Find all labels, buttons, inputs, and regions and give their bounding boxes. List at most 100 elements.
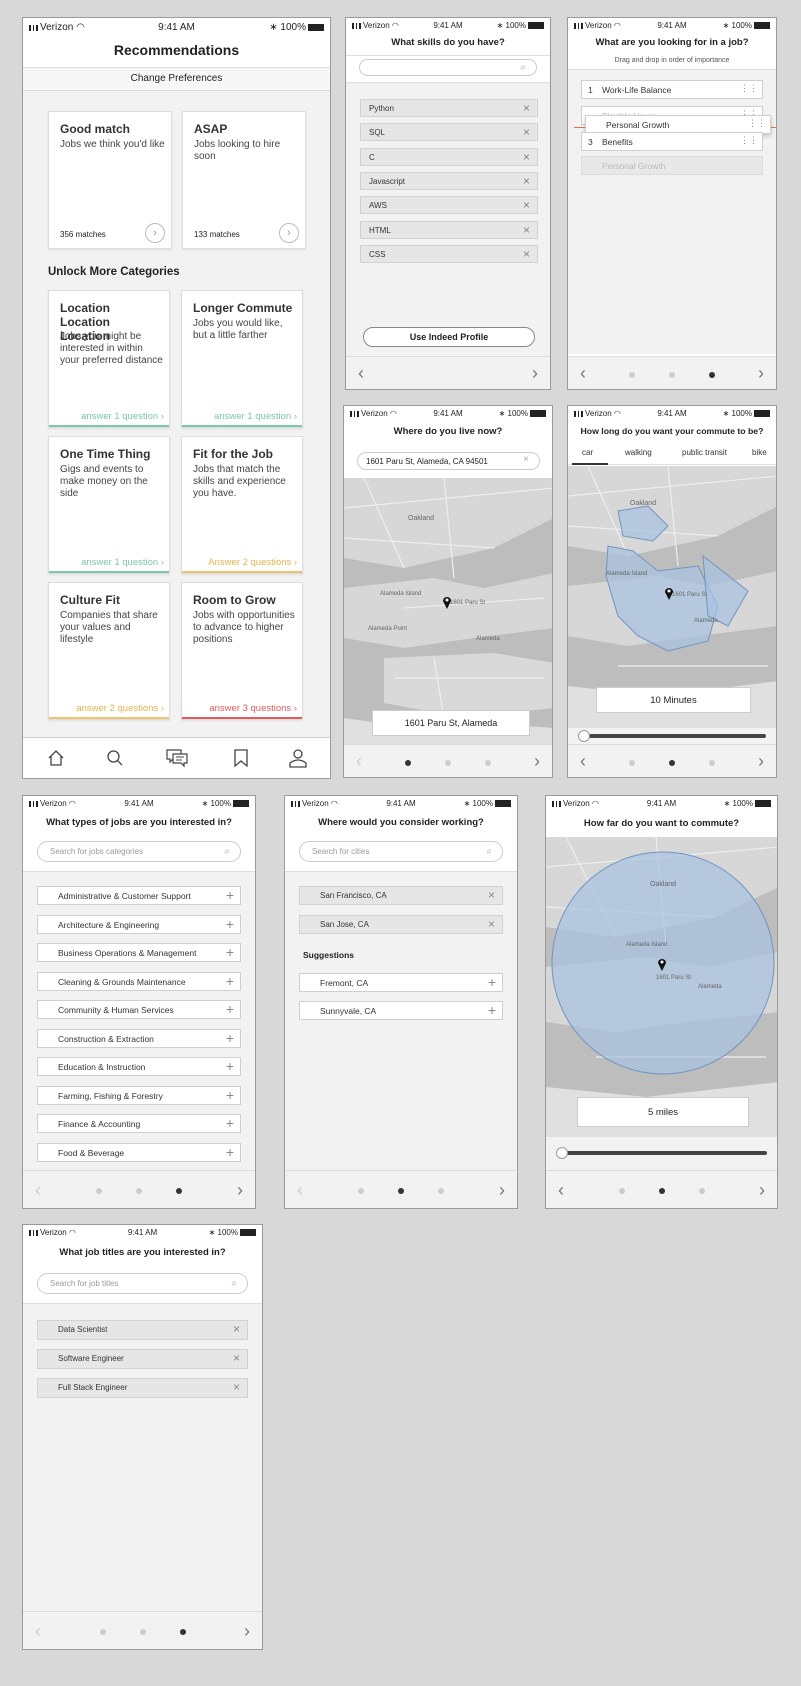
category-item[interactable]: Architecture & Engineering + (37, 915, 241, 934)
job-title-chip[interactable]: Full Stack Engineer × (37, 1378, 248, 1398)
answer-questions-link[interactable]: answer 2 questions › (76, 703, 164, 714)
page-dot[interactable] (629, 372, 635, 378)
add-icon[interactable]: + (226, 1030, 234, 1046)
page-dot-active[interactable] (709, 372, 715, 378)
close-icon[interactable]: × (488, 888, 495, 902)
distance-slider[interactable] (559, 1151, 767, 1155)
suggestion-item[interactable]: Fremont, CA + (299, 973, 503, 992)
job-category-search-input[interactable]: Search for jobs categories ⌕ (37, 841, 241, 862)
answer-questions-link[interactable]: answer 1 question › (81, 411, 164, 422)
category-item[interactable]: Farming, Fishing & Forestry + (37, 1086, 241, 1105)
category-item[interactable]: Business Operations & Management + (37, 943, 241, 962)
page-dot[interactable] (96, 1188, 102, 1194)
skill-chip[interactable]: HTML × (360, 221, 538, 239)
add-icon[interactable]: + (226, 1144, 234, 1160)
close-icon[interactable]: × (523, 125, 530, 139)
add-icon[interactable]: + (226, 1087, 234, 1103)
address-input[interactable]: 1601 Paru St, Alameda, CA 94501 × (357, 452, 540, 470)
answer-questions-link[interactable]: answer 1 question › (214, 411, 297, 422)
category-item[interactable]: Food & Beverage + (37, 1143, 241, 1162)
page-dot[interactable] (698, 1188, 705, 1194)
add-icon[interactable]: + (226, 887, 234, 903)
page-dot[interactable] (485, 760, 491, 766)
add-icon[interactable]: + (226, 973, 234, 989)
next-chevron-icon[interactable]: › (244, 1621, 250, 1642)
tab-walking[interactable]: walking (625, 448, 652, 457)
tab-bike[interactable]: bike (752, 448, 767, 457)
page-dot-active[interactable] (176, 1188, 182, 1194)
suggestion-item[interactable]: Sunnyvale, CA + (299, 1001, 503, 1020)
next-chevron-icon[interactable]: › (534, 751, 540, 772)
close-icon[interactable]: × (523, 101, 530, 115)
commute-slider[interactable] (578, 734, 766, 738)
tab-public-transit[interactable]: public transit (682, 448, 727, 457)
skill-chip[interactable]: Python × (360, 99, 538, 117)
page-dot-active[interactable] (669, 760, 675, 766)
next-chevron-icon[interactable]: › (759, 1180, 765, 1201)
category-item[interactable]: Administrative & Customer Support + (37, 886, 241, 905)
next-chevron-icon[interactable]: › (758, 363, 764, 384)
drag-handle-icon[interactable]: ⋮⋮ (740, 83, 758, 94)
close-icon[interactable]: × (233, 1380, 240, 1394)
priority-item[interactable]: 3 Benefits ⋮⋮ (581, 132, 763, 151)
slider-handle[interactable] (578, 730, 590, 742)
page-dot[interactable] (709, 760, 715, 766)
bookmark-icon[interactable] (233, 749, 249, 767)
close-icon[interactable]: × (523, 223, 530, 237)
category-item[interactable]: Cleaning & Grounds Maintenance + (37, 972, 241, 991)
drag-handle-icon[interactable]: ⋮⋮ (748, 118, 766, 129)
skill-chip[interactable]: CSS × (360, 245, 538, 263)
tab-car[interactable]: car (582, 448, 593, 457)
skill-chip[interactable]: AWS × (360, 196, 538, 214)
close-icon[interactable]: × (523, 454, 529, 465)
add-icon[interactable]: + (226, 1001, 234, 1017)
map[interactable]: Oakland Alameda Alameda Island Alameda P… (344, 478, 552, 744)
category-card-fit[interactable]: Fit for the Job Jobs that match the skil… (181, 436, 303, 574)
page-dot[interactable] (669, 372, 675, 378)
use-indeed-profile-button[interactable]: Use Indeed Profile (363, 327, 535, 347)
search-icon[interactable] (106, 749, 124, 767)
map[interactable]: Oakland Alameda Alameda Island 1601 Paru… (546, 837, 777, 1137)
change-preferences-button[interactable]: Change Preferences (23, 68, 330, 90)
home-icon[interactable] (47, 749, 65, 767)
category-card-location[interactable]: Location Location Location Jobs you migh… (48, 290, 170, 428)
page-dot-active[interactable] (179, 1629, 186, 1635)
add-icon[interactable]: + (488, 1002, 496, 1018)
profile-icon[interactable] (289, 748, 307, 768)
next-chevron-icon[interactable]: › (532, 363, 538, 384)
next-chevron-icon[interactable]: › (758, 751, 764, 772)
close-icon[interactable]: × (523, 150, 530, 164)
page-dot[interactable] (438, 1188, 444, 1194)
skills-search-input[interactable]: ⌕ (359, 59, 537, 76)
page-dot[interactable] (629, 760, 635, 766)
category-card-one-time[interactable]: One Time Thing Gigs and events to make m… (48, 436, 170, 574)
page-dot-active[interactable] (658, 1188, 665, 1194)
next-chevron-icon[interactable]: › (499, 1180, 505, 1201)
page-dot[interactable] (99, 1629, 106, 1635)
job-title-chip[interactable]: Software Engineer × (37, 1349, 248, 1369)
messages-icon[interactable] (166, 748, 188, 768)
answer-questions-link[interactable]: Answer 2 questions › (208, 557, 297, 568)
map[interactable]: Oakland Alameda Alameda Island 1601 Paru… (568, 466, 776, 728)
add-icon[interactable]: + (226, 916, 234, 932)
category-item[interactable]: Education & Instruction + (37, 1057, 241, 1076)
category-card-culture[interactable]: Culture Fit Companies that share your va… (48, 582, 170, 720)
category-card-longer-commute[interactable]: Longer Commute Jobs you would like, but … (181, 290, 303, 428)
page-dot[interactable] (136, 1188, 142, 1194)
page-dot[interactable] (445, 760, 451, 766)
add-icon[interactable]: + (488, 974, 496, 990)
priority-item[interactable]: 1 Work-Life Balance ⋮⋮ (581, 80, 763, 99)
page-dot[interactable] (139, 1629, 146, 1635)
asap-card[interactable]: ASAP Jobs looking to hire soon 133 match… (182, 111, 306, 249)
city-search-input[interactable]: Search for cities ⌕ (299, 841, 503, 862)
chevron-right-icon[interactable]: › (145, 223, 165, 243)
close-icon[interactable]: × (233, 1322, 240, 1336)
answer-questions-link[interactable]: answer 1 question › (81, 557, 164, 568)
job-title-chip[interactable]: Data Scientist × (37, 1320, 248, 1340)
close-icon[interactable]: × (523, 174, 530, 188)
selected-city-chip[interactable]: San Jose, CA × (299, 915, 503, 934)
skill-chip[interactable]: Javascript × (360, 172, 538, 190)
category-card-grow[interactable]: Room to Grow Jobs with opportunities to … (181, 582, 303, 720)
close-icon[interactable]: × (233, 1351, 240, 1365)
add-icon[interactable]: + (226, 1058, 234, 1074)
